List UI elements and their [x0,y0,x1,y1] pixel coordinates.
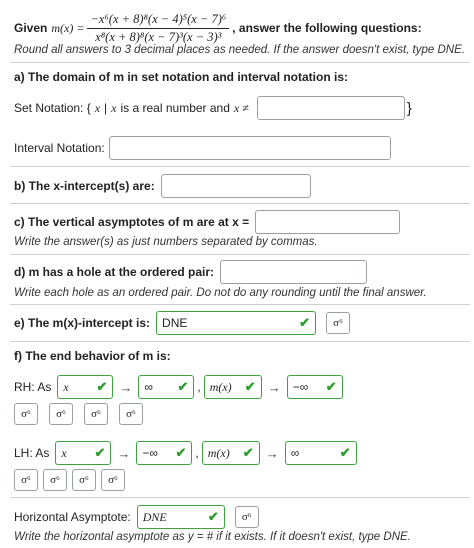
check-icon: ✔ [339,445,351,460]
interval-notation-input[interactable] [108,136,391,160]
rh-label: RH: As [14,380,52,394]
rh-x-limit-input[interactable]: ∞ ✔ [138,375,195,399]
horizontal-asymptote-note: Write the horizontal asymptote as y = # … [14,531,411,543]
part-c-row: c) The vertical asymptotes of m are at x… [14,209,401,235]
part-c-title: c) The vertical asymptotes of m are at x… [14,215,250,229]
divider [10,62,470,63]
part-b-row: b) The x-intercept(s) are: [14,172,311,200]
comma: , [197,380,201,394]
arrow-icon: → [117,445,131,461]
x-intercepts-input[interactable] [160,174,311,198]
arrow-icon: → [267,379,281,395]
check-icon: ✔ [299,315,311,330]
check-icon: ✔ [207,509,219,524]
part-e-title: e) The m(x)-intercept is: [14,316,151,330]
lh-x-value: x [61,445,67,460]
divider [10,341,470,342]
rh-m-input[interactable]: m(x) ✔ [203,375,262,399]
comma: , [195,446,199,460]
function-numerator: −x⁶(x + 8)⁸(x − 4)⁵(x − 7)⁶ [87,12,230,29]
check-icon: ✔ [244,379,256,394]
part-f-title: f) The end behavior of m is: [14,349,171,363]
check-icon: ✔ [325,379,337,394]
arrow-icon: → [119,379,133,395]
part-b-title: b) The x-intercept(s) are: [14,179,155,193]
rh-row: RH: As x ✔ → ∞ ✔ , m(x) ✔ → −∞ ✔ [14,374,343,400]
check-icon: ✔ [177,379,189,394]
rh-m-value: m(x) [209,379,232,394]
set-var: x [94,100,101,115]
set-neq: x ≠ [233,100,249,115]
math-keyboard-icon[interactable]: σ⁶ [119,403,143,425]
horizontal-asymptote-value: DNE [142,509,167,524]
set-condition: is a real number and [120,101,230,115]
given-label: Given [14,21,48,35]
part-d-title: d) m has a hole at the ordered pair: [14,265,215,279]
set-bar: | [104,101,108,115]
hole-input[interactable] [220,260,368,284]
part-e-row: e) The m(x)-intercept is: DNE ✔ σ⁶ [14,310,351,336]
lh-x-limit-input[interactable]: −∞ ✔ [136,441,193,465]
rh-m-limit-input[interactable]: −∞ ✔ [286,375,343,399]
rh-m-limit-value: −∞ [292,380,309,394]
math-keyboard-icon[interactable]: σ⁶ [326,312,351,334]
divider [10,254,470,255]
rh-keyboard-row: σ⁶ σ⁶ σ⁶ σ⁶ [14,403,143,425]
vertical-asymptotes-input[interactable] [255,210,401,234]
y-intercept-value: DNE [162,316,188,330]
lh-x-input[interactable]: x ✔ [55,441,112,465]
divider [10,497,470,498]
lh-keyboard-row: σ⁶ σ⁶ σ⁶ σ⁶ [14,469,125,491]
rounding-note: Round all answers to 3 decimal places as… [14,44,465,56]
math-keyboard-icon[interactable]: σ⁶ [14,403,38,425]
set-notation-label: Set Notation: { [14,101,91,115]
set-notation-input[interactable] [256,96,405,120]
math-keyboard-icon[interactable]: σ⁶ [49,403,73,425]
rh-x-input[interactable]: x ✔ [57,375,114,399]
interval-notation-row: Interval Notation: [14,134,391,162]
check-icon: ✔ [175,445,187,460]
lh-m-limit-value: ∞ [290,446,300,460]
horizontal-asymptote-input[interactable]: DNE ✔ [136,505,225,529]
math-keyboard-icon[interactable]: σ⁶ [101,469,125,491]
y-intercept-input[interactable]: DNE ✔ [156,311,317,335]
divider [10,203,470,204]
lh-label: LH: As [14,446,50,460]
lh-row: LH: As x ✔ → −∞ ✔ , m(x) ✔ → ∞ ✔ [14,440,357,466]
math-keyboard-icon[interactable]: σ⁶ [234,506,259,528]
math-keyboard-icon[interactable]: σ⁶ [84,403,108,425]
lh-m-limit-input[interactable]: ∞ ✔ [284,441,357,465]
check-icon: ✔ [94,445,106,460]
math-keyboard-icon[interactable]: σ⁶ [72,469,96,491]
divider [10,166,470,167]
math-keyboard-icon[interactable]: σ⁶ [14,469,38,491]
function-fraction: −x⁶(x + 8)⁸(x − 4)⁵(x − 7)⁶ x⁸(x + 8)⁸(x… [87,12,230,45]
arrow-icon: → [265,445,279,461]
function-name: m(x) = [51,20,85,35]
part-d-row: d) m has a hole at the ordered pair: [14,259,368,285]
set-close-brace: } [406,99,412,117]
part-a-title: a) The domain of m in set notation and i… [14,70,349,84]
lh-x-limit-value: −∞ [142,446,158,460]
check-icon: ✔ [242,445,254,460]
math-keyboard-icon[interactable]: σ⁶ [43,469,67,491]
rh-x-value: x [63,379,69,394]
part-d-note: Write each hole as an ordered pair. Do n… [14,287,427,299]
interval-notation-label: Interval Notation: [14,141,105,155]
part-c-note: Write the answer(s) as just numbers sepa… [14,236,318,248]
instruction-text: , answer the following questions: [232,21,422,35]
divider [10,304,470,305]
lh-m-input[interactable]: m(x) ✔ [201,441,260,465]
check-icon: ✔ [96,379,108,394]
rh-x-limit-value: ∞ [144,380,153,394]
horizontal-asymptote-row: Horizontal Asymptote: DNE ✔ σ⁶ [14,504,259,530]
set-var-2: x [111,100,117,115]
horizontal-asymptote-label: Horizontal Asymptote: [14,510,131,524]
function-denominator: x⁸(x + 8)⁸(x − 7)³(x − 3)³ [95,29,222,44]
set-notation-row: Set Notation: { x | x is a real number a… [14,94,412,122]
lh-m-value: m(x) [207,445,230,460]
